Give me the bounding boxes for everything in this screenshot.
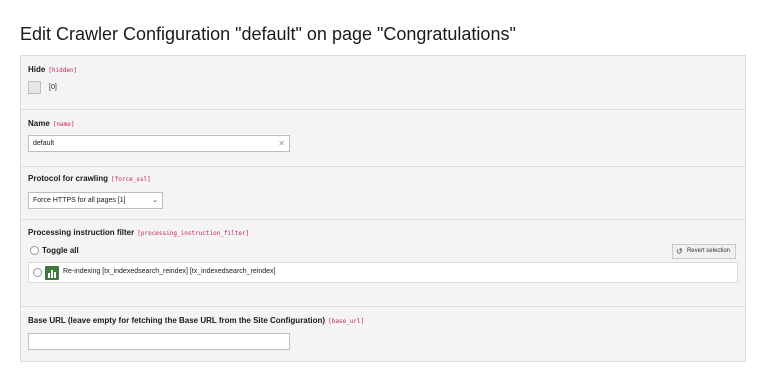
base-url-label-text: Base URL (leave empty for fetching the B… (28, 316, 326, 325)
toggle-all-checkbox[interactable] (30, 246, 39, 255)
processing-field-key: [processing_instruction_filter] (137, 230, 250, 237)
revert-icon: ↺ (675, 247, 683, 256)
toggle-all-label[interactable]: Toggle all (42, 246, 79, 255)
protocol-label-text: Protocol for crawling (28, 174, 109, 183)
base-url-input[interactable] (28, 333, 290, 350)
hide-label: Hide [hidden] (28, 65, 77, 74)
toggle-bar: Toggle all ↺ Revert selection (28, 242, 738, 261)
name-input[interactable]: default ✕ (28, 135, 290, 152)
protocol-select[interactable]: Force HTTPS for all pages [1] ⌄ (28, 192, 163, 209)
name-field-key: [name] (52, 121, 75, 128)
edit-form: Hide [hidden] [0] Name [name] default ✕ Pr… (20, 55, 746, 362)
processing-section: Processing instruction filter [processing… (21, 220, 745, 307)
protocol-field-key: [force_ssl] (111, 176, 151, 183)
name-input-value: default (33, 140, 55, 147)
processing-label-text: Processing instruction filter (28, 228, 135, 237)
page-title: Edit Crawler Configuration "default" on … (20, 24, 516, 44)
close-icon[interactable]: ✕ (278, 136, 285, 151)
option-label: Re-indexing [tx_indexedsearch_reindex] [… (63, 268, 276, 275)
revert-selection-button[interactable]: ↺ Revert selection (671, 244, 736, 259)
revert-selection-label: Revert selection (686, 248, 730, 254)
list-item[interactable]: Re-indexing [tx_indexedsearch_reindex] [… (28, 262, 738, 283)
base-url-label: Base URL (leave empty for fetching the B… (28, 316, 364, 325)
protocol-label: Protocol for crawling [force_ssl] (28, 174, 151, 183)
hide-field-key: [hidden] (48, 67, 78, 74)
name-label: Name [name] (28, 119, 74, 128)
base-url-field-key: [base_url] (328, 318, 365, 325)
protocol-selected-value: Force HTTPS for all pages [1] (33, 197, 126, 204)
protocol-section: Protocol for crawling [force_ssl] Force H… (21, 167, 745, 220)
option-checkbox[interactable] (33, 268, 42, 277)
processing-label: Processing instruction filter [processing… (28, 228, 249, 237)
base-url-section: Base URL (leave empty for fetching the B… (21, 307, 745, 361)
name-label-text: Name (28, 119, 50, 128)
chevron-down-icon: ⌄ (152, 197, 158, 204)
hide-checkbox[interactable] (28, 81, 41, 94)
chart-icon (45, 266, 59, 280)
hide-value: [0] (49, 84, 57, 91)
hide-section: Hide [hidden] [0] (21, 56, 745, 110)
hide-label-text: Hide (28, 65, 46, 74)
name-section: Name [name] default ✕ (21, 110, 745, 167)
